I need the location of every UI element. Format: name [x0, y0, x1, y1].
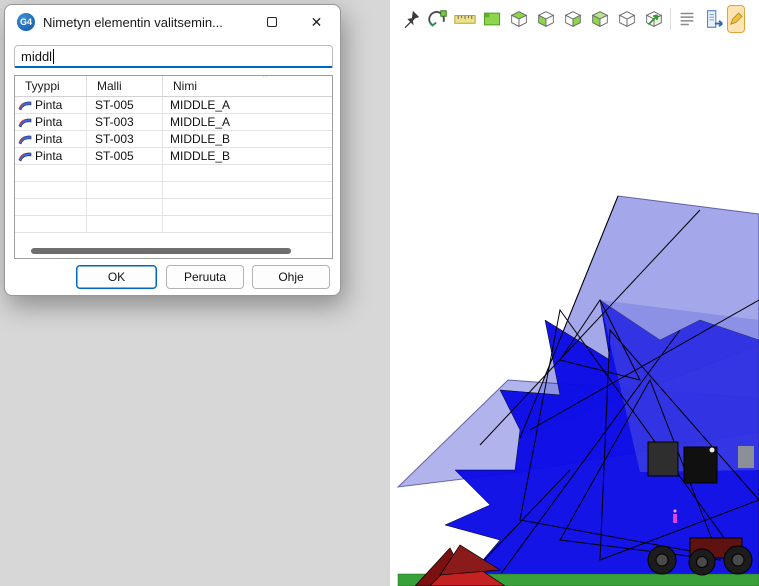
- table-row-empty: [15, 165, 332, 182]
- view-toolbar: [390, 0, 759, 38]
- cell-malli: ST-005: [87, 148, 163, 165]
- cell-malli: ST-005: [87, 97, 163, 114]
- view-cube-top-icon[interactable]: [506, 6, 532, 32]
- surface-icon: [18, 150, 32, 162]
- list-icon[interactable]: [674, 6, 700, 32]
- view-cube-outline-icon[interactable]: [614, 6, 640, 32]
- surface-icon: [18, 133, 32, 145]
- cell-nimi: MIDDLE_B: [163, 148, 332, 165]
- cell-tyyppi: Pinta: [35, 132, 62, 146]
- close-icon: ✕: [311, 14, 323, 31]
- cancel-button[interactable]: Peruuta: [166, 265, 244, 289]
- toolbar-separator: [670, 8, 671, 30]
- table-row-empty: [15, 182, 332, 199]
- table-row-empty: [15, 216, 332, 233]
- view-cube-front-icon[interactable]: [533, 6, 559, 32]
- dialog-buttons: OK Peruuta Ohje: [5, 265, 340, 289]
- text-cursor: [53, 49, 54, 64]
- cell-tyyppi: Pinta: [35, 98, 62, 112]
- filter-input[interactable]: middl: [14, 45, 333, 68]
- surface-icon: [18, 99, 32, 111]
- pushpin-icon[interactable]: [398, 6, 424, 32]
- model-3d: [390, 0, 759, 586]
- dialog-title: Nimetyn elementin valitsemin...: [43, 15, 223, 30]
- surface-icon: [18, 116, 32, 128]
- cell-tyyppi: Pinta: [35, 149, 62, 163]
- report-icon[interactable]: [701, 6, 727, 32]
- edit-partial-icon[interactable]: [728, 6, 744, 32]
- column-header-nimi-label: Nimi: [173, 79, 197, 93]
- horizontal-scrollbar[interactable]: [31, 248, 291, 254]
- app-badge-icon: G4: [17, 13, 35, 31]
- walk-through-icon[interactable]: [641, 6, 667, 32]
- named-element-dialog: G4 Nimetyn elementin valitsemin... ✕ mid…: [4, 4, 341, 296]
- column-header-nimi[interactable]: Nimi ˆ: [163, 76, 332, 96]
- window-controls: ✕: [249, 6, 339, 38]
- model-viewport[interactable]: [390, 0, 759, 586]
- model-marker-magenta: [673, 510, 677, 524]
- help-button[interactable]: Ohje: [252, 265, 330, 289]
- cell-malli: ST-003: [87, 114, 163, 131]
- table-row[interactable]: Pinta ST-005 MIDDLE_A: [15, 97, 332, 114]
- column-header-malli[interactable]: Malli: [87, 76, 163, 96]
- table-row[interactable]: Pinta ST-005 MIDDLE_B: [15, 148, 332, 165]
- maximize-button[interactable]: [249, 6, 294, 38]
- filter-input-value: middl: [21, 49, 52, 64]
- cell-nimi: MIDDLE_B: [163, 131, 332, 148]
- view-cube-right-icon[interactable]: [560, 6, 586, 32]
- cell-nimi: MIDDLE_A: [163, 114, 332, 131]
- flip-view-icon[interactable]: [425, 6, 451, 32]
- view-cube-back-icon[interactable]: [587, 6, 613, 32]
- cell-malli: ST-003: [87, 131, 163, 148]
- results-table: Tyyppi Malli Nimi ˆ Pinta ST-005 MIDDLE_…: [14, 75, 333, 259]
- cell-tyyppi: Pinta: [35, 115, 62, 129]
- table-header: Tyyppi Malli Nimi ˆ: [15, 76, 332, 97]
- table-row-empty: [15, 199, 332, 216]
- cell-nimi: MIDDLE_A: [163, 97, 332, 114]
- ok-button[interactable]: OK: [76, 265, 157, 289]
- table-row[interactable]: Pinta ST-003 MIDDLE_B: [15, 131, 332, 148]
- sort-indicator-icon: ˆ: [263, 75, 267, 86]
- maximize-icon: [267, 17, 277, 27]
- column-header-tyyppi[interactable]: Tyyppi: [15, 76, 87, 96]
- ruler-icon[interactable]: [452, 6, 478, 32]
- table-row[interactable]: Pinta ST-003 MIDDLE_A: [15, 114, 332, 131]
- work-area-icon[interactable]: [479, 6, 505, 32]
- dialog-titlebar[interactable]: G4 Nimetyn elementin valitsemin... ✕: [5, 5, 340, 39]
- close-button[interactable]: ✕: [294, 6, 339, 38]
